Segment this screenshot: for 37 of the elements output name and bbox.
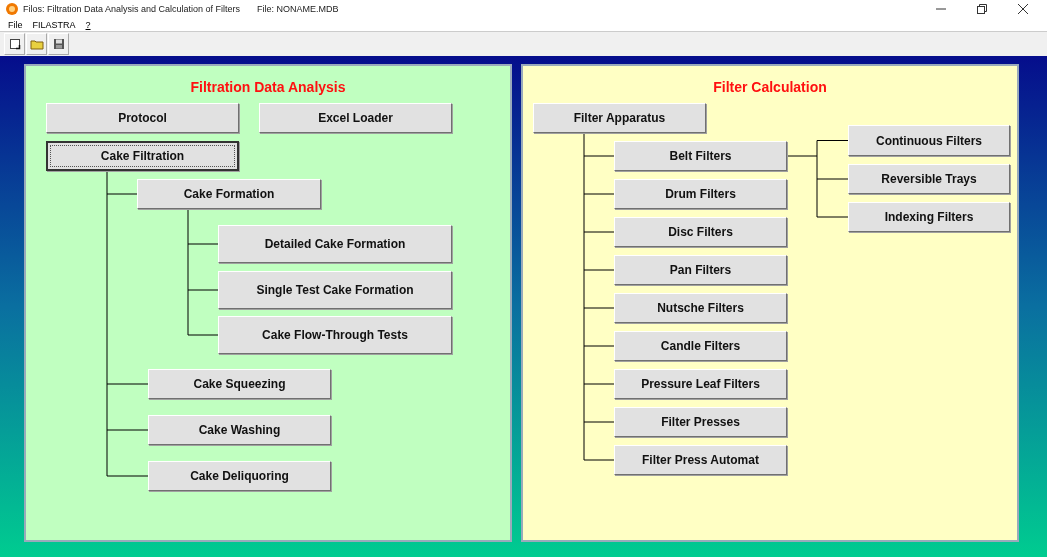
- restore-icon[interactable]: [977, 4, 987, 14]
- close-icon[interactable]: [1018, 4, 1028, 14]
- document-icon: [8, 38, 21, 50]
- tree-button[interactable]: Excel Loader: [259, 103, 452, 133]
- tree-button[interactable]: Cake Washing: [148, 415, 331, 445]
- tree-button[interactable]: Disc Filters: [614, 217, 787, 247]
- tree-button[interactable]: Reversible Trays: [848, 164, 1010, 194]
- new-file-button[interactable]: [4, 33, 25, 55]
- tree-button[interactable]: Cake Formation: [137, 179, 321, 209]
- panel-title: Filter Calculation: [712, 79, 828, 95]
- tree-button[interactable]: Nutsche Filters: [614, 293, 787, 323]
- tree-button[interactable]: Pan Filters: [614, 255, 787, 285]
- tree-button[interactable]: Detailed Cake Formation: [218, 225, 452, 263]
- tree-button[interactable]: Cake Filtration: [46, 141, 239, 171]
- app-icon: [6, 3, 18, 15]
- tree-button[interactable]: Drum Filters: [614, 179, 787, 209]
- tree-button[interactable]: Protocol: [46, 103, 239, 133]
- tree-button[interactable]: Single Test Cake Formation: [218, 271, 452, 309]
- save-button[interactable]: [48, 33, 69, 55]
- tree-button[interactable]: Filter Apparatus: [533, 103, 706, 133]
- tree-button[interactable]: Filter Presses: [614, 407, 787, 437]
- tree-button[interactable]: Filter Press Automat: [614, 445, 787, 475]
- folder-icon: [29, 38, 44, 50]
- panel-title: Filtration Data Analysis: [189, 79, 347, 95]
- tree-button[interactable]: Cake Deliquoring: [148, 461, 331, 491]
- tree-button[interactable]: Cake Squeezing: [148, 369, 331, 399]
- tree-button[interactable]: Indexing Filters: [848, 202, 1010, 232]
- window-title: Filos: Filtration Data Analysis and Calculation of Filters: [23, 4, 241, 14]
- tree-button[interactable]: Continuous Filters: [848, 125, 1010, 156]
- tree-button[interactable]: Cake Flow-Through Tests: [218, 316, 452, 354]
- menu-item[interactable]: ?: [85, 19, 91, 30]
- menu-item[interactable]: FILASTRA: [32, 19, 76, 30]
- tree-button[interactable]: Pressure Leaf Filters: [614, 369, 787, 399]
- file-name: File: NONAME.MDB: [257, 4, 339, 14]
- menu-item[interactable]: File: [8, 19, 23, 30]
- tree-button[interactable]: Belt Filters: [614, 141, 787, 171]
- tree-button[interactable]: Candle Filters: [614, 331, 787, 361]
